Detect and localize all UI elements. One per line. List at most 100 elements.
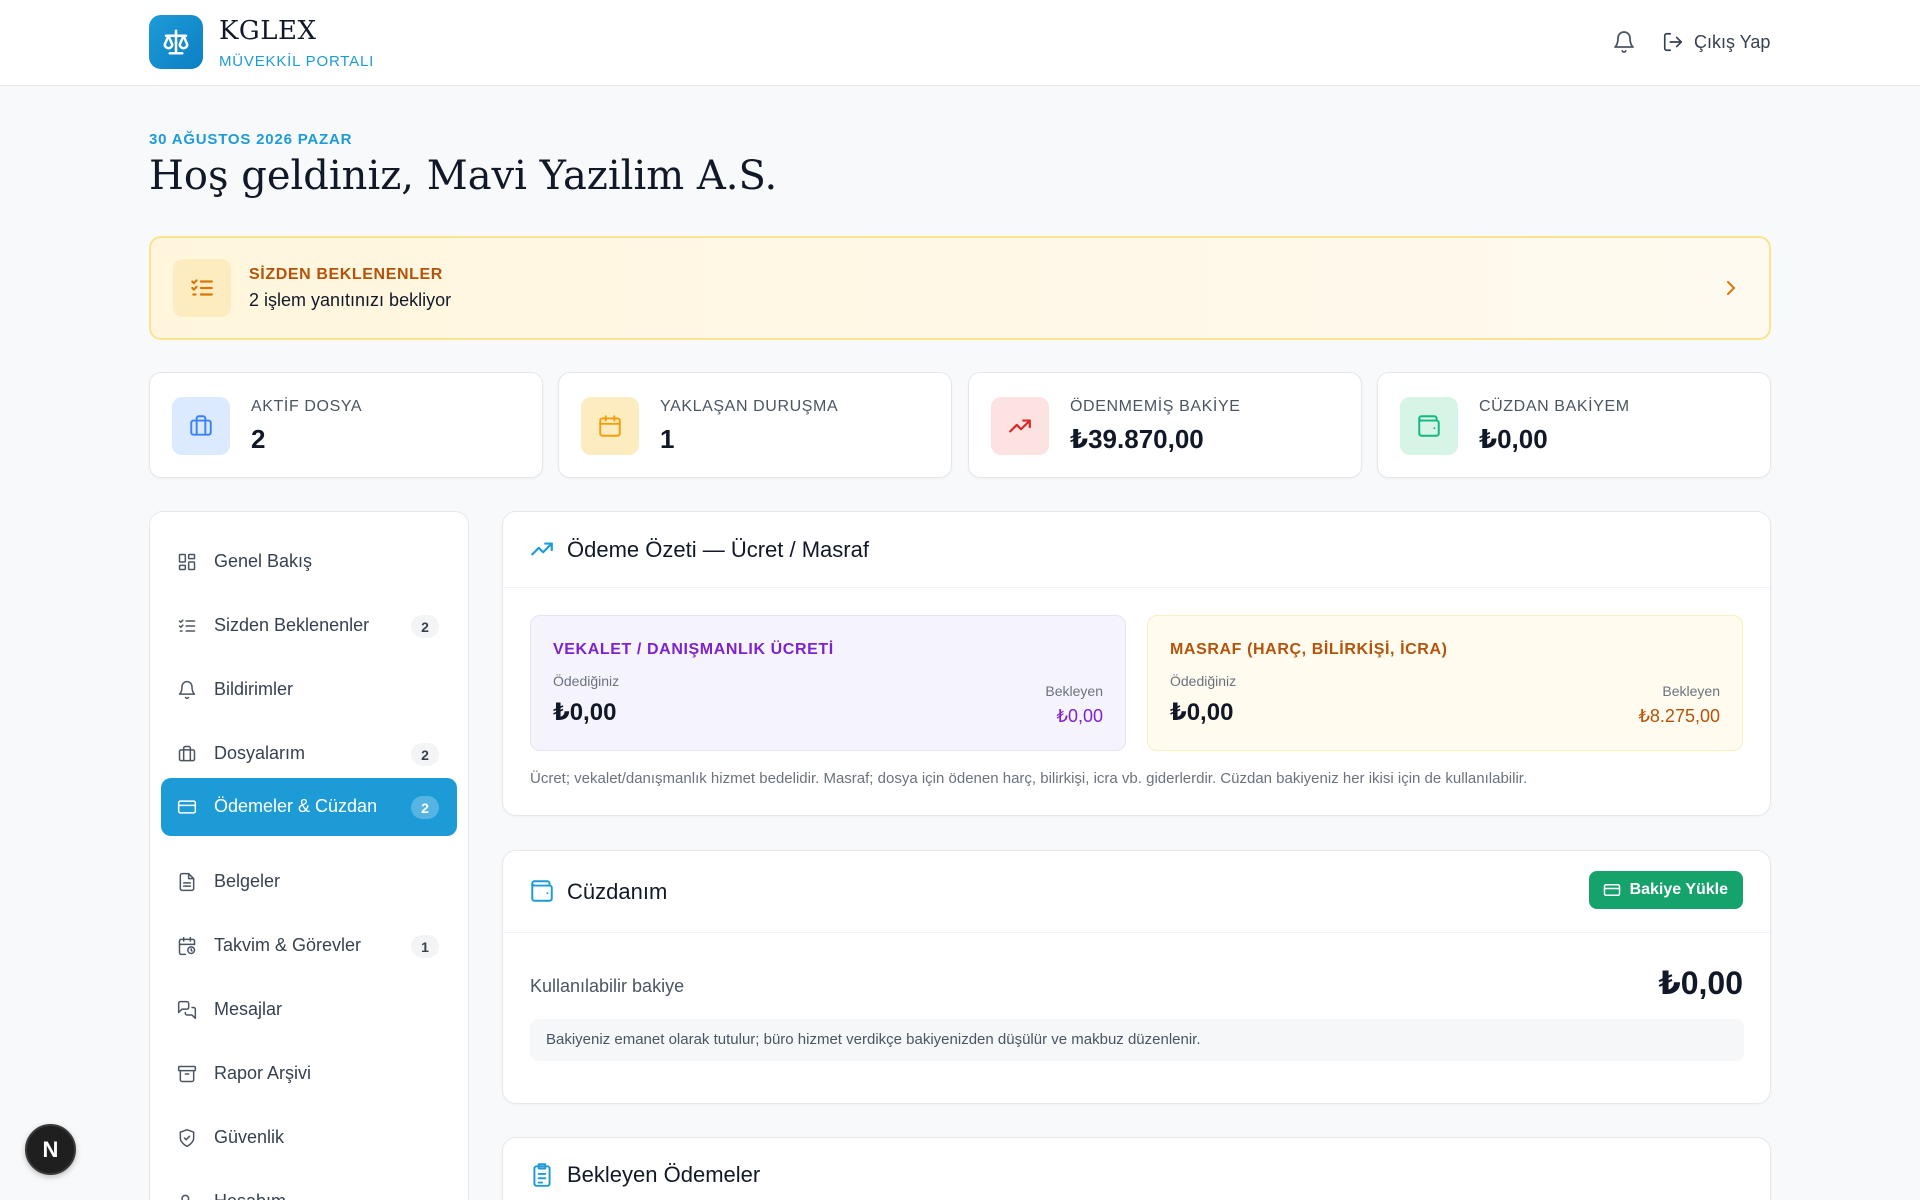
stat-card-active-files[interactable]: AKTİF DOSYA 2 (149, 372, 543, 478)
pending-banner-text: 2 işlem yanıtınızı bekliyor (249, 290, 452, 310)
clipboard-list-icon (529, 1162, 555, 1188)
expense-summary-card: MASRAF (HARÇ, BİLİRKİŞİ, İCRA) Ödediğini… (1147, 615, 1743, 751)
sidebar-item-label: Sizden Beklenenler (214, 615, 370, 635)
sidebar-item-label: Güvenlik (214, 1127, 285, 1147)
paid-label: Ödediğiniz (1170, 673, 1237, 689)
pending-label: Bekleyen (1662, 683, 1720, 699)
expense-card-title: MASRAF (HARÇ, BİLİRKİŞİ, İCRA) (1170, 641, 1448, 658)
sidebar-item-account[interactable]: Hesabım (161, 1173, 457, 1200)
chevron-right-icon (1727, 281, 1735, 295)
sidebar-item-documents[interactable]: Belgeler (161, 853, 457, 911)
sidebar-item-pending[interactable]: Sizden Beklenenler 2 (161, 597, 457, 655)
count-badge: 2 (411, 796, 439, 819)
stat-card-upcoming-hearing[interactable]: YAKLAŞAN DURUŞMA 1 (558, 372, 952, 478)
top-bar: KGLEX MÜVEKKİL PORTALI Çıkış Yap (0, 0, 1920, 86)
user-settings-icon (177, 1192, 197, 1200)
logout-button[interactable]: Çıkış Yap (1662, 27, 1770, 57)
trending-up-icon (529, 536, 555, 562)
payment-summary-panel: Ödeme Özeti — Ücret / Masraf VEKALET / D… (502, 511, 1771, 816)
stat-card-wallet-balance[interactable]: CÜZDAN BAKİYEM ₺0,00 (1377, 372, 1771, 478)
archive-icon (177, 1064, 197, 1084)
sidebar-item-report-archive[interactable]: Rapor Arşivi (161, 1045, 457, 1103)
pending-value: ₺8.275,00 (1638, 706, 1720, 726)
paid-value: ₺0,00 (1170, 699, 1234, 726)
sidebar-item-label: Mesajlar (214, 999, 283, 1019)
count-badge: 1 (411, 935, 439, 958)
count-badge: 2 (411, 743, 439, 766)
briefcase-icon (172, 397, 230, 455)
document-icon (177, 872, 197, 892)
sidebar-item-files[interactable]: Dosyalarım 2 (161, 725, 457, 783)
sidebar-item-label: Hesabım (214, 1191, 286, 1200)
paid-value: ₺0,00 (553, 699, 617, 726)
brand-subtitle: MÜVEKKİL PORTALI (219, 53, 375, 70)
stat-card-unpaid-balance[interactable]: ÖDENMEMİŞ BAKİYE ₺39.870,00 (968, 372, 1362, 478)
count-badge: 2 (411, 615, 439, 638)
logout-icon (1663, 32, 1683, 52)
sidebar-item-label: Genel Bakış (214, 551, 313, 571)
checklist-icon (173, 259, 231, 317)
payment-summary-note: Ücret; vekalet/danışmanlık hizmet bedeli… (530, 770, 1528, 787)
available-balance-label: Kullanılabilir bakiye (530, 976, 685, 996)
grid-icon (177, 552, 197, 572)
available-balance-value: ₺0,00 (1658, 965, 1743, 1001)
briefcase-icon (177, 744, 197, 764)
sidebar-item-label: Dosyalarım (214, 743, 306, 763)
sidebar-item-calendar-tasks[interactable]: Takvim & Görevler 1 (161, 917, 457, 975)
sidebar-item-label: Takvim & Görevler (214, 935, 362, 955)
checklist-icon (177, 616, 197, 636)
stat-value: 1 (660, 424, 675, 454)
stat-value: 2 (251, 424, 266, 454)
sidebar-item-notifications[interactable]: Bildirimler (161, 661, 457, 719)
messages-icon (177, 1000, 197, 1020)
panel-header: Cüzdanım Bakiye Yükle (503, 851, 1770, 933)
sidebar: Genel Bakış Sizden Beklenenler 2 Bildiri… (149, 511, 469, 1200)
paid-label: Ödediğiniz (553, 673, 620, 689)
credit-card-icon (1603, 884, 1620, 896)
wallet-icon (1400, 397, 1458, 455)
sidebar-item-messages[interactable]: Mesajlar (161, 981, 457, 1039)
stat-label: YAKLAŞAN DURUŞMA (660, 398, 839, 415)
wallet-note: Bakiyeniz emanet olarak tutulur; büro hi… (530, 1019, 1744, 1061)
calendar-icon (581, 397, 639, 455)
calendar-clock-icon (177, 936, 197, 956)
sidebar-item-label: Rapor Arşivi (214, 1063, 312, 1083)
trending-up-icon (991, 397, 1049, 455)
top-up-label: Bakiye Yükle (1629, 881, 1728, 898)
panel-title: Cüzdanım (567, 879, 668, 904)
shield-icon (177, 1128, 197, 1148)
top-up-button[interactable]: Bakiye Yükle (1588, 871, 1743, 909)
wallet-icon (529, 878, 555, 904)
sidebar-item-label: Belgeler (214, 871, 281, 891)
brand-title: KGLEX (219, 16, 317, 46)
wallet-panel: Cüzdanım Bakiye Yükle Kullanılabilir bak… (502, 850, 1771, 1104)
sidebar-item-payments-wallet[interactable]: Ödemeler & Cüzdan 2 (161, 778, 457, 836)
stat-label: AKTİF DOSYA (251, 398, 363, 415)
pending-actions-banner[interactable]: SİZDEN BEKLENENLER 2 işlem yanıtınızı be… (149, 236, 1771, 340)
stat-value: ₺39.870,00 (1070, 424, 1204, 454)
stat-label: ÖDENMEMİŞ BAKİYE (1070, 398, 1241, 415)
pending-label: Bekleyen (1045, 683, 1103, 699)
panel-title: Bekleyen Ödemeler (567, 1162, 761, 1187)
sidebar-item-label: Bildirimler (214, 679, 294, 699)
dev-tools-button[interactable]: N (25, 1124, 76, 1175)
stat-label: CÜZDAN BAKİYEM (1479, 398, 1630, 415)
pending-payments-panel: Bekleyen Ödemeler (502, 1137, 1771, 1200)
logout-label: Çıkış Yap (1694, 31, 1771, 52)
panel-title: Ödeme Özeti — Ücret / Masraf (567, 537, 869, 562)
page-title: Hoş geldiniz, Mavi Yazilim A.S. (149, 153, 778, 199)
fee-card-title: VEKALET / DANIŞMANLIK ÜCRETİ (553, 641, 834, 658)
current-date: 30 AĞUSTOS 2026 PAZAR (149, 131, 353, 148)
notifications-button[interactable] (1610, 28, 1638, 56)
fee-summary-card: VEKALET / DANIŞMANLIK ÜCRETİ Ödediğiniz … (530, 615, 1126, 751)
bell-icon (177, 680, 197, 700)
pending-value: ₺0,00 (1056, 706, 1104, 726)
credit-card-icon (177, 797, 197, 817)
stat-value: ₺0,00 (1479, 424, 1548, 454)
bell-icon (1614, 31, 1634, 53)
pending-banner-title: SİZDEN BEKLENENLER (249, 266, 443, 283)
sidebar-item-security[interactable]: Güvenlik (161, 1109, 457, 1167)
scales-icon[interactable] (149, 15, 203, 69)
sidebar-item-overview[interactable]: Genel Bakış (161, 533, 457, 591)
panel-header: Ödeme Özeti — Ücret / Masraf (503, 512, 1770, 588)
